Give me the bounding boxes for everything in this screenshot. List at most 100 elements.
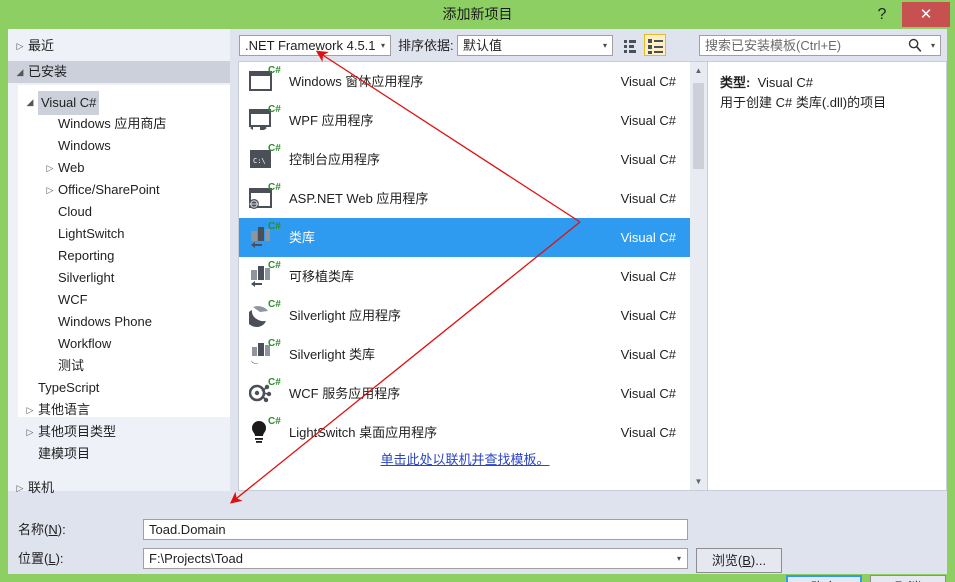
tree-item-label: Cloud [58, 204, 92, 219]
title-bar: 添加新项目 ? ✕ [0, 0, 955, 29]
aspnet-web-icon: C# [249, 182, 281, 213]
dialog-body: ▷ 最近 ◢ 已安装 ◢ Visual C# Windows 应用商店 Windows ▷ Web… [8, 29, 947, 582]
template-language: Visual C# [620, 425, 676, 440]
tree-item-label: Windows 应用商店 [58, 116, 167, 131]
template-name: 控制台应用程序 [289, 152, 381, 167]
tree-item-label: Windows [58, 138, 111, 153]
template-row[interactable]: C# Silverlight 类库 Visual C# [239, 335, 690, 374]
console-icon: C:\ C# [249, 143, 281, 174]
scrollbar-thumb[interactable] [693, 83, 704, 169]
template-row[interactable]: C# 可移植类库 Visual C# [239, 257, 690, 296]
cancel-button[interactable]: 取消 [870, 575, 946, 582]
framework-version-dropdown[interactable]: .NET Framework 4.5.1 ▾ [239, 35, 391, 56]
tree-item-label: WCF [58, 292, 88, 307]
tree-item-Office/SharePoint[interactable]: ▷ Office/SharePoint [8, 179, 230, 201]
template-row[interactable]: C# LightSwitch 桌面应用程序 Visual C# [239, 413, 690, 452]
svg-text:C:\: C:\ [253, 157, 266, 165]
template-row[interactable]: C:\ C# 控制台应用程序 Visual C# [239, 140, 690, 179]
tree-item-Cloud[interactable]: Cloud [8, 201, 230, 223]
tree-item-label: Workflow [58, 336, 112, 351]
chevron-collapsed-icon[interactable]: ▷ [22, 421, 38, 443]
chevron-expanded-icon[interactable]: ◢ [12, 61, 28, 83]
ok-button[interactable]: 确定 [786, 575, 862, 582]
template-row[interactable]: C# WPF 应用程序 Visual C# [239, 101, 690, 140]
template-list-scrollbar[interactable]: ▲ ▼ [690, 61, 707, 491]
tree-item-recent[interactable]: ▷ 最近 [8, 35, 230, 57]
tree-item-其他语言[interactable]: ▷ 其他语言 [8, 399, 230, 421]
tree-item-LightSwitch[interactable]: LightSwitch [8, 223, 230, 245]
project-location-value: F:\Projects\Toad [149, 551, 243, 566]
small-icons-view-button[interactable] [619, 34, 641, 56]
tree-item-Windows 应用商店[interactable]: Windows 应用商店 [8, 113, 230, 135]
template-language: Visual C# [620, 230, 676, 245]
tree-item-建模项目[interactable]: 建模项目 [8, 443, 230, 465]
chevron-collapsed-icon[interactable]: ▷ [12, 35, 28, 57]
browse-button[interactable]: 浏览(B)... [696, 548, 782, 573]
tree-item-label: Silverlight [58, 270, 115, 285]
template-language: Visual C# [620, 386, 676, 401]
template-row[interactable]: C# 类库 Visual C# [239, 218, 690, 257]
template-row[interactable]: C# Windows 窗体应用程序 Visual C# [239, 62, 690, 101]
silverlight-app-icon: C# [246, 299, 281, 330]
template-name: LightSwitch 桌面应用程序 [289, 425, 438, 440]
template-name: WCF 服务应用程序 [289, 386, 401, 401]
wcf-service-icon: C# [248, 377, 281, 408]
tree-item-测试[interactable]: 测试 [8, 355, 230, 377]
tree-item-Visual C#[interactable]: ◢ Visual C# [8, 91, 230, 115]
project-details-form: 名称(N): Toad.Domain 位置(L): F:\Projects\To… [8, 491, 947, 582]
close-button[interactable]: ✕ [902, 2, 950, 27]
winforms-icon: C# [249, 65, 281, 96]
tree-item-Workflow[interactable]: Workflow [8, 333, 230, 355]
chevron-collapsed-icon[interactable]: ▷ [22, 399, 38, 421]
project-location-combobox[interactable]: F:\Projects\Toad ▾ [143, 548, 688, 569]
scroll-up-arrow-icon[interactable]: ▲ [690, 62, 707, 79]
template-language: Visual C# [620, 74, 676, 89]
help-button[interactable]: ? [867, 0, 897, 29]
find-online-templates-link[interactable]: 单击此处以联机并查找模板。 [239, 449, 690, 468]
scroll-down-arrow-icon[interactable]: ▼ [690, 473, 707, 490]
sort-by-label: 排序依据: [398, 38, 454, 53]
tree-item-其他项目类型[interactable]: ▷ 其他项目类型 [8, 421, 230, 443]
template-language: Visual C# [620, 152, 676, 167]
sort-by-dropdown[interactable]: 默认值 ▾ [457, 35, 613, 56]
template-name: Windows 窗体应用程序 [289, 74, 424, 89]
template-name: 可移植类库 [289, 269, 355, 284]
template-language: Visual C# [620, 269, 676, 284]
template-rows: C# Windows 窗体应用程序 Visual C# C# WPF 应用程序 Visua… [239, 62, 690, 452]
chevron-expanded-icon[interactable]: ◢ [22, 91, 38, 113]
tree-item-Windows[interactable]: Windows [8, 135, 230, 157]
list-toolbar: .NET Framework 4.5.1 ▾ 排序依据: 默认值 ▾ 搜索已安装… [230, 29, 947, 61]
template-row[interactable]: C# ASP.NET Web 应用程序 Visual C# [239, 179, 690, 218]
chevron-down-icon: ▾ [676, 554, 681, 563]
template-categories-tree: ▷ 最近 ◢ 已安装 ◢ Visual C# Windows 应用商店 Windows ▷ Web… [8, 29, 230, 495]
tree-item-label: 测试 [58, 358, 85, 373]
tree-item-label: 已安装 [28, 64, 68, 79]
chevron-collapsed-icon[interactable]: ▷ [42, 179, 58, 201]
chevron-down-icon: ▾ [602, 41, 607, 50]
project-name-input[interactable]: Toad.Domain [143, 519, 688, 540]
description-type-row: 类型: Visual C# [720, 72, 813, 91]
template-list: C# Windows 窗体应用程序 Visual C# C# WPF 应用程序 Visua… [238, 61, 690, 491]
svg-text:C#: C# [268, 143, 281, 153]
tree-item-Silverlight[interactable]: Silverlight [8, 267, 230, 289]
search-input[interactable]: 搜索已安装模板(Ctrl+E) ▾ [699, 35, 941, 56]
list-view-button[interactable] [644, 34, 666, 56]
svg-text:C#: C# [268, 299, 281, 309]
tree-item-installed[interactable]: ◢ 已安装 [8, 61, 230, 83]
tree-item-label: Web [58, 160, 85, 175]
tree-item-Reporting[interactable]: Reporting [8, 245, 230, 267]
template-name: WPF 应用程序 [289, 113, 374, 128]
chevron-collapsed-icon[interactable]: ▷ [42, 157, 58, 179]
template-row[interactable]: C# Silverlight 应用程序 Visual C# [239, 296, 690, 335]
tree-rows: ▷ 最近 ◢ 已安装 ◢ Visual C# Windows 应用商店 Windows ▷ Web… [8, 29, 230, 495]
tree-item-Windows Phone[interactable]: Windows Phone [8, 311, 230, 333]
tree-item-Web[interactable]: ▷ Web [8, 157, 230, 179]
project-name-value: Toad.Domain [149, 522, 226, 537]
template-row[interactable]: C# WCF 服务应用程序 Visual C# [239, 374, 690, 413]
tree-item-WCF[interactable]: WCF [8, 289, 230, 311]
tree-item-TypeScript[interactable]: TypeScript [8, 377, 230, 399]
template-language: Visual C# [620, 308, 676, 323]
template-name: Silverlight 应用程序 [289, 308, 401, 323]
template-name: ASP.NET Web 应用程序 [289, 191, 429, 206]
